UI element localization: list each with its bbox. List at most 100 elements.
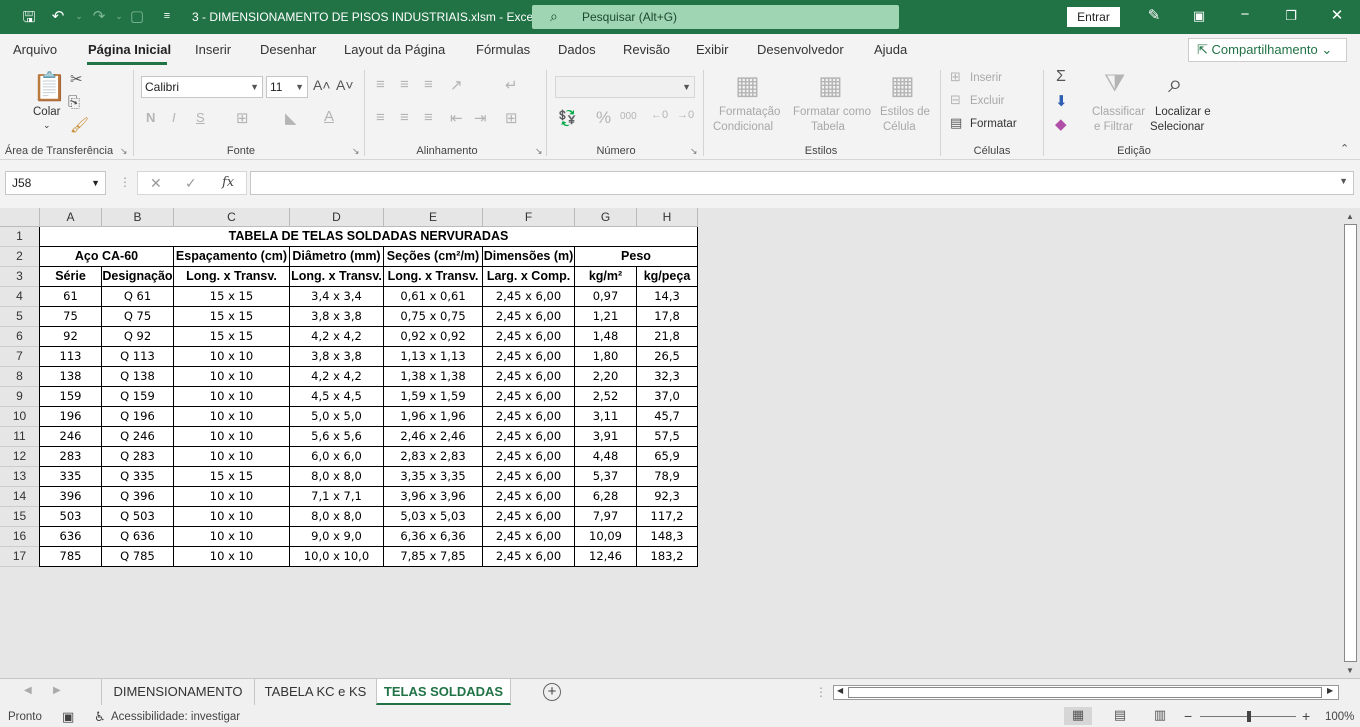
header-peso[interactable]: Peso (575, 247, 698, 267)
row-header[interactable]: 14 (0, 487, 40, 507)
row-header[interactable]: 3 (0, 267, 40, 287)
table-cell[interactable]: Q 113 (102, 347, 174, 367)
table-cell[interactable]: 92 (40, 327, 102, 347)
table-cell[interactable]: 2,45 x 6,00 (483, 467, 575, 487)
table-cell[interactable]: 1,80 (575, 347, 637, 367)
horizontal-scroll-thumb[interactable] (848, 687, 1322, 698)
table-cell[interactable]: 2,52 (575, 387, 637, 407)
table-cell[interactable]: Q 503 (102, 507, 174, 527)
table-cell[interactable]: 246 (40, 427, 102, 447)
table-cell[interactable]: 57,5 (637, 427, 698, 447)
row-header[interactable]: 11 (0, 427, 40, 447)
table-cell[interactable]: 1,96 x 1,96 (384, 407, 483, 427)
cell-styles-label-2[interactable]: Célula (883, 121, 916, 133)
row-header[interactable]: 12 (0, 447, 40, 467)
cell-styles-label-1[interactable]: Estilos de (880, 106, 930, 118)
font-size-combo[interactable]: 11 ▼ (266, 76, 308, 98)
table-cell[interactable]: 17,8 (637, 307, 698, 327)
table-cell[interactable]: 0,75 x 0,75 (384, 307, 483, 327)
column-header-c[interactable]: C (174, 208, 290, 227)
table-cell[interactable]: 5,6 x 5,6 (290, 427, 384, 447)
table-cell[interactable]: 15 x 15 (174, 467, 290, 487)
conditional-formatting-icon[interactable]: ▦ (735, 70, 760, 101)
table-cell[interactable]: 196 (40, 407, 102, 427)
increase-decimal-icon[interactable]: ←0 (651, 109, 668, 121)
align-center-icon[interactable]: ≡ (400, 109, 409, 126)
font-color-icon[interactable]: A (324, 108, 334, 125)
orientation-icon[interactable]: ↗ (450, 76, 463, 94)
collapse-ribbon-icon[interactable]: ⌃ (1340, 142, 1349, 155)
table-cell[interactable]: 21,8 (637, 327, 698, 347)
table-cell[interactable]: 15 x 15 (174, 307, 290, 327)
table-cell[interactable]: 3,35 x 3,35 (384, 467, 483, 487)
header-diametro[interactable]: Diâmetro (mm) (290, 247, 384, 267)
table-cell[interactable]: 3,11 (575, 407, 637, 427)
normal-view-icon[interactable]: ▦ (1064, 707, 1092, 725)
table-cell[interactable]: 3,8 x 3,8 (290, 307, 384, 327)
table-cell[interactable]: 2,45 x 6,00 (483, 527, 575, 547)
tab-exibir[interactable]: Exibir (696, 42, 729, 57)
tab-arquivo[interactable]: Arquivo (13, 42, 57, 57)
number-format-combo[interactable]: ▼ (555, 76, 695, 98)
merge-center-icon[interactable]: ⊞ (505, 109, 518, 127)
table-cell[interactable]: 10 x 10 (174, 387, 290, 407)
table-cell[interactable]: 1,38 x 1,38 (384, 367, 483, 387)
table-cell[interactable]: 2,45 x 6,00 (483, 327, 575, 347)
table-cell[interactable]: 396 (40, 487, 102, 507)
table-cell[interactable]: 2,45 x 6,00 (483, 367, 575, 387)
table-cell[interactable]: 61 (40, 287, 102, 307)
table-cell[interactable]: 78,9 (637, 467, 698, 487)
table-cell[interactable]: 10,0 x 10,0 (290, 547, 384, 567)
scroll-down-icon[interactable]: ▼ (1346, 666, 1354, 675)
sub-header-cell[interactable]: kg/m² (575, 267, 637, 287)
vertical-scrollbar[interactable]: ▲ ▼ (1342, 208, 1360, 678)
table-cell[interactable]: 45,7 (637, 407, 698, 427)
sub-header-cell[interactable]: kg/peça (637, 267, 698, 287)
table-cell[interactable]: 1,21 (575, 307, 637, 327)
table-cell[interactable]: 283 (40, 447, 102, 467)
row-header[interactable]: 10 (0, 407, 40, 427)
table-cell[interactable]: 7,1 x 7,1 (290, 487, 384, 507)
table-cell[interactable]: 2,45 x 6,00 (483, 287, 575, 307)
table-cell[interactable]: 3,96 x 3,96 (384, 487, 483, 507)
formula-input[interactable]: ▼ (250, 171, 1354, 195)
bold-icon[interactable]: N (146, 110, 155, 125)
row-header[interactable]: 16 (0, 527, 40, 547)
row-header[interactable]: 2 (0, 247, 40, 267)
table-cell[interactable]: 138 (40, 367, 102, 387)
confirm-icon[interactable]: ✓ (185, 175, 197, 192)
row-header[interactable]: 7 (0, 347, 40, 367)
table-cell[interactable]: 503 (40, 507, 102, 527)
sheet-tab-dimensionamento[interactable]: DIMENSIONAMENTO (101, 679, 254, 705)
table-cell[interactable]: 2,45 x 6,00 (483, 447, 575, 467)
table-cell[interactable]: 9,0 x 9,0 (290, 527, 384, 547)
table-cell[interactable]: 6,28 (575, 487, 637, 507)
delete-cells-label[interactable]: Excluir (970, 95, 1005, 107)
format-as-table-icon[interactable]: ▦ (818, 70, 843, 101)
table-cell[interactable]: 10 x 10 (174, 527, 290, 547)
expand-formula-icon[interactable]: ▼ (1339, 176, 1348, 186)
zoom-out-icon[interactable]: − (1184, 708, 1192, 724)
table-cell[interactable]: 0,92 x 0,92 (384, 327, 483, 347)
wrap-text-icon[interactable]: ↵ (505, 76, 518, 94)
find-select-label-1[interactable]: Localizar e (1155, 106, 1211, 118)
tab-dados[interactable]: Dados (558, 42, 596, 57)
tab-desenhar[interactable]: Desenhar (260, 42, 316, 57)
sub-header-cell[interactable]: Long. x Transv. (174, 267, 290, 287)
select-all-corner[interactable] (0, 208, 40, 227)
find-select-icon[interactable]: ⌕ (1168, 68, 1183, 100)
table-cell[interactable]: 2,45 x 6,00 (483, 507, 575, 527)
zoom-in-icon[interactable]: + (1302, 708, 1310, 724)
customize-toolbar-icon[interactable]: ≡ (156, 10, 178, 22)
header-dimensoes[interactable]: Dimensões (m) (483, 247, 575, 267)
tab-pagina-inicial[interactable]: Página Inicial (88, 42, 171, 57)
close-icon[interactable]: ✕ (1323, 6, 1351, 24)
find-select-label-2[interactable]: Selecionar (1150, 121, 1204, 133)
table-cell[interactable]: 26,5 (637, 347, 698, 367)
table-cell[interactable]: Q 246 (102, 427, 174, 447)
search-box[interactable]: ⌕ Pesquisar (Alt+G) (532, 5, 899, 29)
table-cell[interactable]: 7,85 x 7,85 (384, 547, 483, 567)
comment-icon[interactable]: ▢ (126, 7, 148, 25)
table-cell[interactable]: 4,5 x 4,5 (290, 387, 384, 407)
row-header[interactable]: 15 (0, 507, 40, 527)
